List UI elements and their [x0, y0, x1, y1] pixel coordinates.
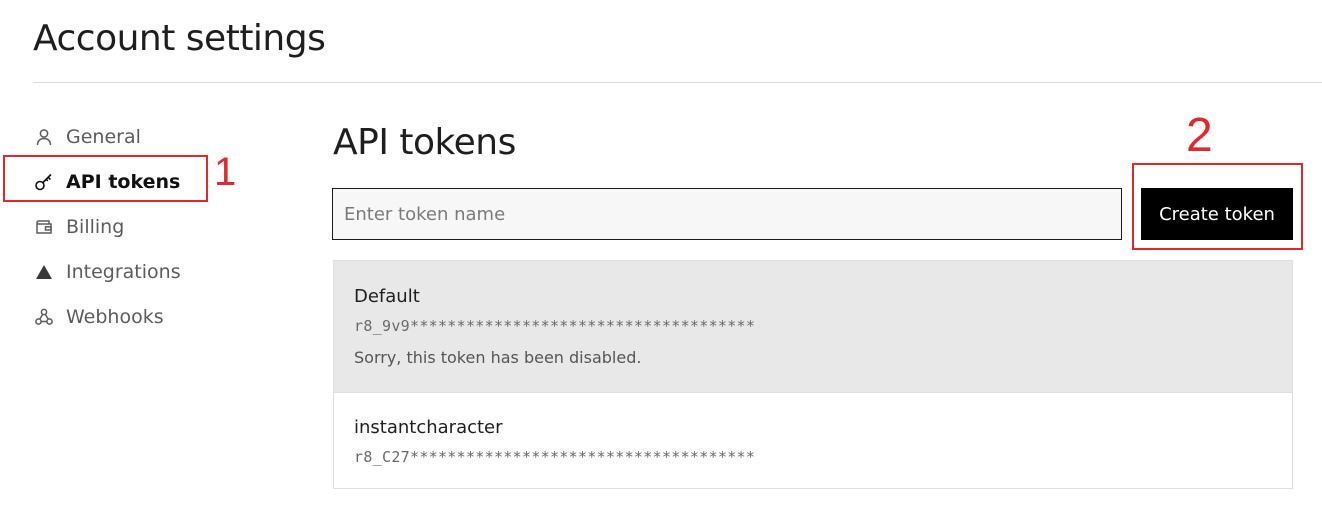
section-title: API tokens — [333, 122, 516, 163]
account-settings-page: Account settings General API tokens Bill… — [0, 0, 1322, 523]
sidebar-item-billing[interactable]: Billing — [33, 207, 233, 247]
wallet-icon — [33, 216, 55, 238]
annotation-number-1: 1 — [214, 150, 237, 194]
annotation-number-2: 2 — [1186, 109, 1213, 162]
token-list: Default r8_9v9**************************… — [333, 260, 1293, 489]
sidebar-item-webhooks[interactable]: Webhooks — [33, 297, 233, 337]
sidebar-item-integrations[interactable]: Integrations — [33, 252, 233, 292]
token-value[interactable]: r8_C27**********************************… — [354, 448, 755, 466]
sidebar-item-label: Billing — [66, 216, 125, 238]
webhook-icon — [33, 306, 55, 328]
sidebar-item-general[interactable]: General — [33, 117, 233, 157]
sidebar-item-label: General — [66, 126, 141, 148]
token-name: Default — [354, 286, 420, 307]
sidebar-item-label: Webhooks — [66, 306, 164, 328]
token-disabled-note: Sorry, this token has been disabled. — [354, 348, 642, 367]
annotation-box-1 — [3, 155, 208, 202]
sidebar-item-label: Integrations — [66, 261, 181, 283]
title-divider — [33, 82, 1322, 83]
token-name-input[interactable] — [332, 188, 1122, 240]
token-row: instantcharacter r8_C27*****************… — [334, 392, 1292, 488]
triangle-icon — [33, 261, 55, 283]
token-name: instantcharacter — [354, 417, 503, 438]
token-row: Default r8_9v9**************************… — [334, 261, 1292, 392]
page-title: Account settings — [33, 18, 326, 59]
user-icon — [33, 126, 55, 148]
token-value[interactable]: r8_9v9**********************************… — [354, 317, 755, 335]
annotation-box-2 — [1132, 163, 1303, 250]
